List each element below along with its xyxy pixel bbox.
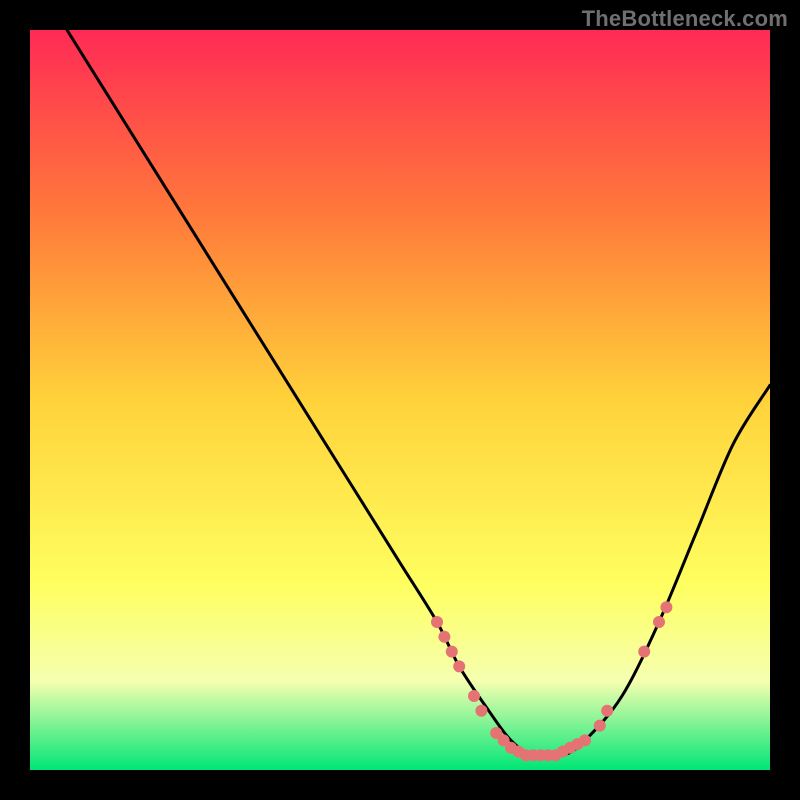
chart-background-gradient bbox=[30, 30, 770, 770]
watermark-text: TheBottleneck.com bbox=[582, 6, 788, 32]
chart-frame bbox=[30, 30, 770, 770]
